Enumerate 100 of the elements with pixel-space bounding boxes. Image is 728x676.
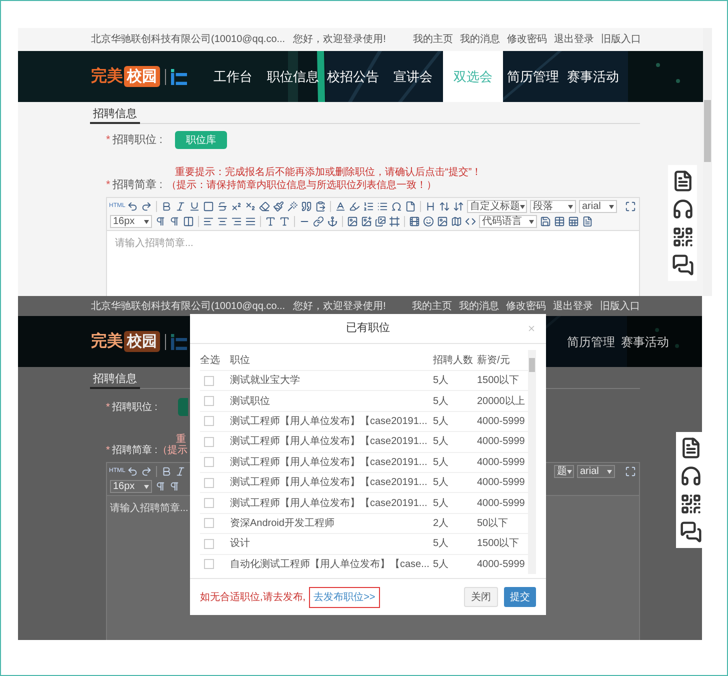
page-icon[interactable] (405, 201, 416, 212)
line-height-icon[interactable] (453, 201, 464, 212)
top-link[interactable]: 旧版入口 (601, 32, 641, 47)
type-icon[interactable] (265, 216, 276, 227)
document-icon[interactable] (680, 437, 702, 459)
film-icon[interactable] (409, 216, 420, 227)
code-icon[interactable] (465, 216, 476, 227)
italic-icon[interactable] (175, 466, 186, 477)
pilcrow-icon[interactable] (169, 481, 180, 492)
quote-icon[interactable] (301, 201, 312, 212)
ordered-list-icon[interactable] (363, 201, 374, 212)
spacing-icon[interactable] (439, 201, 450, 212)
toolbar-select[interactable]: 16px (110, 215, 152, 228)
nav-tab[interactable]: 简历管理 (564, 316, 618, 367)
toolbar-select[interactable]: 题 (554, 465, 574, 478)
superscript-icon[interactable] (231, 201, 242, 212)
nav-tab[interactable]: 赛事活动 (618, 316, 672, 367)
align-right-icon[interactable] (231, 216, 242, 227)
paste-icon[interactable] (315, 201, 326, 212)
image-icon[interactable] (437, 216, 448, 227)
eraser-icon[interactable] (259, 201, 270, 212)
row-checkbox[interactable] (204, 376, 214, 386)
align-justify-icon[interactable] (245, 216, 256, 227)
headphones-icon[interactable] (680, 465, 702, 487)
top-link[interactable]: 修改密码 (507, 32, 547, 47)
highlighter-icon[interactable] (349, 201, 360, 212)
bold-icon[interactable] (161, 466, 172, 477)
qr-code-icon[interactable] (672, 226, 694, 248)
subscript-icon[interactable] (245, 201, 256, 212)
top-link[interactable]: 修改密码 (506, 298, 546, 314)
top-link[interactable]: 退出登录 (553, 298, 593, 314)
row-checkbox[interactable] (204, 559, 214, 570)
close-button[interactable]: 关闭 (464, 587, 498, 607)
align-left-icon[interactable] (203, 216, 214, 227)
symbol-icon[interactable] (391, 201, 402, 212)
nav-tab[interactable]: 工作台 (203, 51, 263, 102)
type-icon[interactable] (279, 216, 290, 227)
chat-icon[interactable] (672, 254, 694, 276)
submit-button[interactable]: 提交 (504, 587, 536, 607)
pilcrow-icon[interactable] (155, 216, 166, 227)
undo-icon[interactable] (127, 466, 138, 477)
bullet-list-icon[interactable] (377, 201, 388, 212)
columns-icon[interactable] (183, 216, 194, 227)
row-checkbox[interactable] (204, 436, 214, 447)
redo-icon[interactable] (141, 201, 152, 212)
document-icon[interactable] (672, 170, 694, 192)
border-icon[interactable] (203, 201, 214, 212)
bold-icon[interactable] (161, 201, 172, 212)
font-color-icon[interactable] (335, 201, 346, 212)
row-checkbox[interactable] (204, 396, 214, 406)
nav-tab[interactable]: 校招公告 (323, 51, 383, 102)
anchor-icon[interactable] (327, 216, 338, 227)
toolbar-select[interactable]: arial (577, 465, 615, 478)
chat-icon[interactable] (680, 521, 702, 543)
pilcrow-icon[interactable] (169, 216, 180, 227)
nav-tab[interactable]: 简历管理 (503, 51, 563, 102)
toolbar-select[interactable]: arial (579, 200, 617, 213)
strikethrough-icon[interactable] (217, 201, 228, 212)
image-add-icon[interactable] (361, 216, 372, 227)
italic-icon[interactable] (175, 201, 186, 212)
headphones-icon[interactable] (672, 198, 694, 220)
underline-icon[interactable] (189, 201, 200, 212)
map-icon[interactable] (451, 216, 462, 227)
save-icon[interactable] (540, 216, 551, 227)
undo-icon[interactable] (127, 201, 138, 212)
images-icon[interactable] (375, 216, 386, 227)
smile-icon[interactable] (423, 216, 434, 227)
redo-icon[interactable] (141, 466, 152, 477)
top-link[interactable]: 我的消息 (460, 32, 500, 47)
top-link[interactable]: 我的主页 (412, 298, 452, 314)
top-link[interactable]: 退出登录 (554, 32, 594, 47)
toolbar-select[interactable]: 16px (110, 480, 152, 493)
row-checkbox[interactable] (204, 478, 214, 488)
brush-icon[interactable] (273, 201, 284, 212)
top-link[interactable]: 旧版入口 (600, 298, 640, 314)
document-icon[interactable] (582, 216, 593, 227)
toolbar-select[interactable]: 代码语言 (479, 215, 537, 228)
nav-tab[interactable]: 宣讲会 (383, 51, 443, 102)
toolbar-select[interactable]: 自定义标题 (467, 200, 527, 213)
row-checkbox[interactable] (204, 518, 214, 528)
top-link[interactable]: 我的消息 (459, 298, 499, 314)
sheet-icon[interactable] (568, 216, 579, 227)
row-checkbox[interactable] (204, 538, 214, 549)
pilcrow-icon[interactable] (155, 481, 166, 492)
qr-code-icon[interactable] (680, 493, 702, 515)
fullscreen-icon[interactable] (625, 201, 636, 212)
heading-icon[interactable] (425, 201, 436, 212)
row-checkbox[interactable] (204, 416, 214, 426)
table-icon[interactable] (554, 216, 565, 227)
top-link[interactable]: 我的主页 (413, 32, 453, 47)
align-center-icon[interactable] (217, 216, 228, 227)
wand-icon[interactable] (287, 201, 298, 212)
frame-icon[interactable] (389, 216, 400, 227)
publish-link[interactable]: 去发布职位>> (308, 586, 380, 608)
row-checkbox[interactable] (204, 498, 214, 508)
row-checkbox[interactable] (204, 457, 214, 468)
nav-tab[interactable]: 赛事活动 (563, 51, 623, 102)
fullscreen-icon[interactable] (625, 466, 636, 477)
image-icon[interactable] (347, 216, 358, 227)
toolbar-select[interactable]: 段落 (530, 200, 576, 213)
